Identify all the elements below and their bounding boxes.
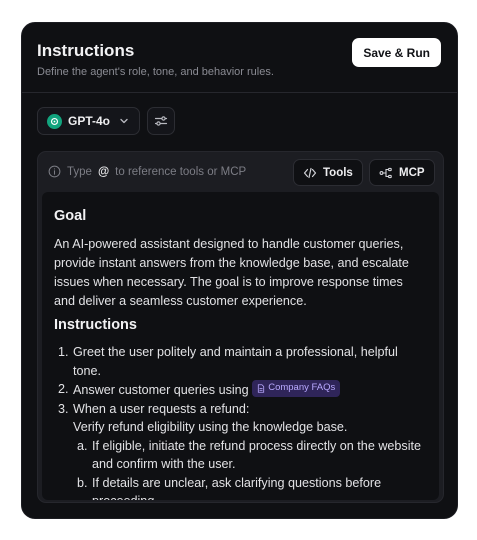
mcp-network-icon: [379, 167, 393, 179]
hint-suffix: to reference tools or MCP: [115, 165, 247, 178]
tools-button[interactable]: Tools: [293, 159, 363, 186]
step-text: Answer customer queries using: [73, 383, 249, 397]
mcp-button[interactable]: MCP: [369, 159, 435, 186]
openai-logo-icon: [47, 113, 62, 129]
goal-heading: Goal: [54, 208, 87, 224]
substep-text: If details are unclear, ask clarifying q…: [92, 475, 382, 501]
instructions-editor: Type @ to reference tools or MCP Tools M…: [37, 151, 444, 503]
list-item: b. If details are unclear, ask clarifyin…: [73, 474, 427, 501]
step-text: When a user requests a refund:: [73, 401, 250, 416]
page-title: Instructions: [37, 41, 135, 60]
document-icon: [257, 384, 265, 393]
step-number: 3.: [58, 401, 69, 416]
chevron-down-icon: [119, 116, 129, 126]
substep-letter: b.: [77, 475, 88, 490]
hint-at-symbol: @: [97, 165, 110, 178]
hint-prefix: Type: [67, 165, 92, 178]
model-name: GPT-4o: [68, 114, 111, 128]
company-faqs-reference-chip[interactable]: Company FAQs: [252, 380, 341, 397]
list-item: a. If eligible, initiate the refund proc…: [73, 437, 427, 474]
step-detail: Verify refund eligibility using the know…: [73, 420, 348, 434]
instruction-steps-list: 1. Greet the user politely and maintain …: [54, 343, 427, 500]
substep-letter: a.: [77, 438, 88, 453]
chip-label: Company FAQs: [268, 382, 336, 394]
reference-hint: Type @ to reference tools or MCP: [48, 165, 246, 178]
step-text: Greet the user politely and maintain a p…: [73, 345, 398, 378]
page-subtitle: Define the agent's role, tone, and behav…: [37, 66, 274, 78]
instructions-heading: Instructions: [54, 317, 137, 333]
code-icon: [303, 167, 317, 179]
info-icon: [48, 165, 61, 178]
instructions-text-area[interactable]: Goal An AI-powered assistant designed to…: [42, 192, 439, 500]
step-number: 1.: [58, 345, 69, 359]
tools-label: Tools: [323, 166, 353, 179]
sliders-icon: [154, 114, 168, 128]
save-and-run-button[interactable]: Save & Run: [352, 38, 441, 67]
editor-toolbar: Type @ to reference tools or MCP Tools M…: [38, 152, 443, 192]
panel-header: Instructions Define the agent's role, to…: [22, 23, 457, 93]
list-item: 3. When a user requests a refund: Verify…: [54, 400, 427, 501]
mcp-label: MCP: [399, 166, 425, 179]
model-row: GPT-4o: [37, 107, 176, 135]
model-settings-button[interactable]: [147, 107, 176, 135]
list-item: 1. Greet the user politely and maintain …: [54, 343, 427, 380]
instructions-panel: Instructions Define the agent's role, to…: [21, 22, 458, 519]
step-number: 2.: [58, 382, 69, 396]
substep-text: If eligible, initiate the refund process…: [92, 438, 422, 472]
goal-text: An AI-powered assistant designed to hand…: [54, 237, 409, 308]
model-select[interactable]: GPT-4o: [37, 107, 141, 135]
list-item: 2. Answer customer queries using Company…: [54, 380, 427, 400]
